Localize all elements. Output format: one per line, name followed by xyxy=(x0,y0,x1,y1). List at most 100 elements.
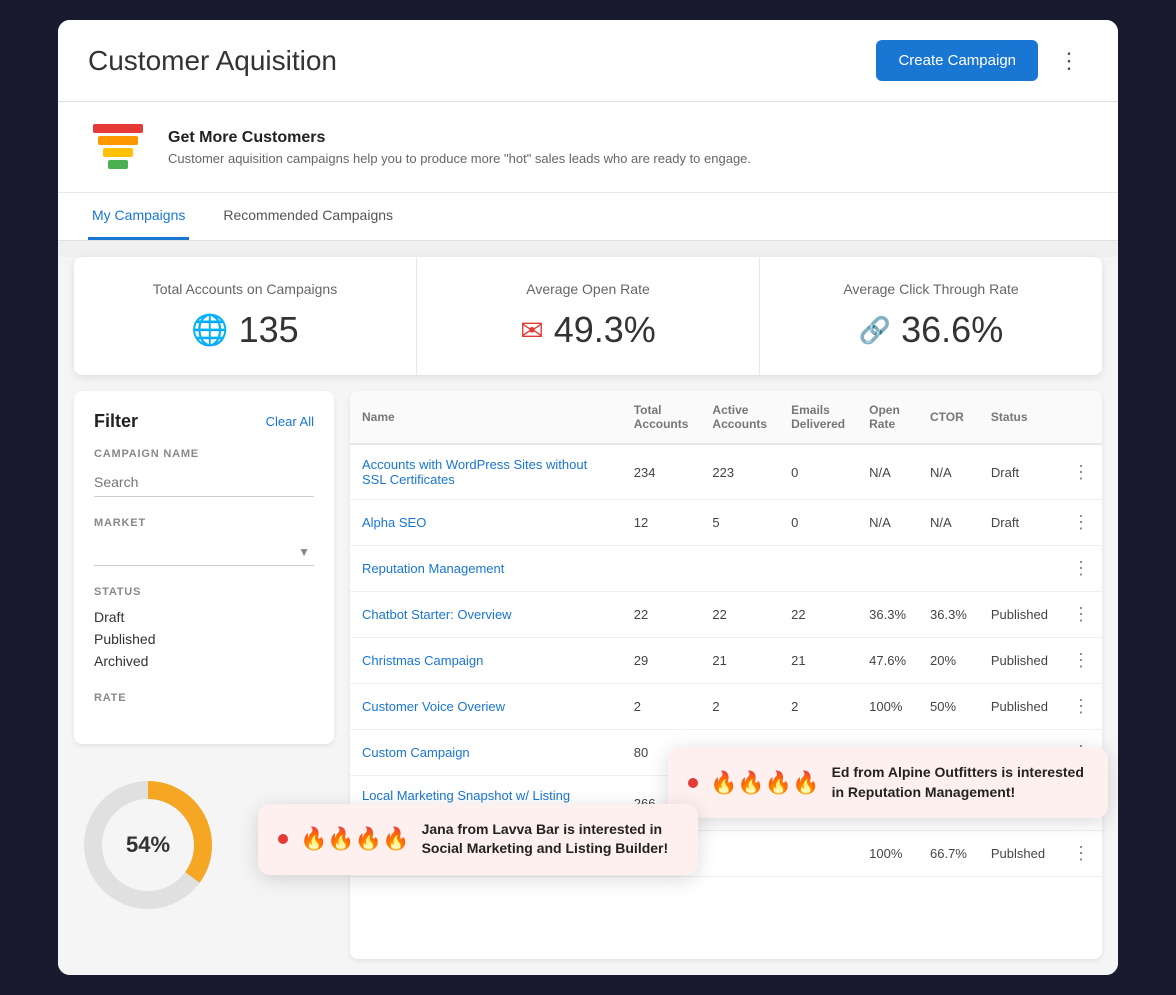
filter-status: STATUS Draft Published Archived xyxy=(94,586,314,672)
more-options-button[interactable]: ⋮ xyxy=(1050,44,1088,78)
donut-chart-container: 54% xyxy=(78,775,218,915)
create-campaign-button[interactable]: Create Campaign xyxy=(876,40,1038,81)
table-row: Customer Voice Overiew222100%50%Publishe… xyxy=(350,684,1102,730)
cell-open_rate: 100% xyxy=(857,684,918,730)
cell-status: Published xyxy=(979,592,1060,638)
market-label: MARKET xyxy=(94,517,314,529)
fire-icon-1: 🔥🔥🔥🔥 xyxy=(710,770,820,796)
stat-open-rate: Average Open Rate ✉ 49.3% xyxy=(417,257,760,375)
cell-total_accounts: 2 xyxy=(622,684,701,730)
cell-active_accounts: 21 xyxy=(700,638,779,684)
table-row: Chatbot Starter: Overview22222236.3%36.3… xyxy=(350,592,1102,638)
status-draft[interactable]: Draft xyxy=(94,606,314,628)
cell-total_accounts xyxy=(622,546,701,592)
campaign-name-link[interactable]: Chatbot Starter: Overview xyxy=(362,607,512,622)
campaign-name-link[interactable]: Accounts with WordPress Sites without SS… xyxy=(362,457,587,487)
cell-status: Draft xyxy=(979,444,1060,500)
banner-heading: Get More Customers xyxy=(168,129,751,147)
tab-recommended-campaigns[interactable]: Recommended Campaigns xyxy=(219,193,397,240)
cell-ctor: 36.3% xyxy=(918,592,979,638)
cell-emails_delivered: 21 xyxy=(779,638,857,684)
row-actions-button[interactable]: ⋮ xyxy=(1072,696,1090,716)
campaign-name-link[interactable]: Custom Campaign xyxy=(362,745,470,760)
notification-dot-1 xyxy=(688,778,698,788)
rate-label: RATE xyxy=(94,692,314,704)
cell-ctor: N/A xyxy=(918,444,979,500)
table-row: Accounts with WordPress Sites without SS… xyxy=(350,444,1102,500)
cell-total_accounts: 234 xyxy=(622,444,701,500)
row-actions-button[interactable]: ⋮ xyxy=(1072,462,1090,482)
row-actions-button[interactable]: ⋮ xyxy=(1072,650,1090,670)
banner-text: Get More Customers Customer aquisition c… xyxy=(168,129,751,166)
cell-total_accounts: 12 xyxy=(622,500,701,546)
header-actions: Create Campaign ⋮ xyxy=(876,40,1088,81)
status-label: STATUS xyxy=(94,586,314,598)
notification-text-1: Ed from Alpine Outfitters is interested … xyxy=(832,763,1088,802)
cell-ctor: 50% xyxy=(918,684,979,730)
tab-my-campaigns[interactable]: My Campaigns xyxy=(88,193,189,240)
cell-ctor xyxy=(918,546,979,592)
cell-open_rate: 100% xyxy=(857,831,918,877)
cell-ctor: N/A xyxy=(918,500,979,546)
stat-open-label: Average Open Rate xyxy=(447,281,729,297)
stats-row: Total Accounts on Campaigns 🌐 135 Averag… xyxy=(74,257,1102,375)
tabs: My Campaigns Recommended Campaigns xyxy=(58,193,1118,241)
funnel-icon xyxy=(88,122,148,172)
campaign-name-link[interactable]: Customer Voice Overiew xyxy=(362,699,505,714)
cell-open_rate: N/A xyxy=(857,500,918,546)
link-icon: 🔗 xyxy=(859,315,891,346)
banner-description: Customer aquisition campaigns help you t… xyxy=(168,151,751,166)
table-row: Christmas Campaign29212147.6%20%Publishe… xyxy=(350,638,1102,684)
col-actions xyxy=(1060,391,1102,444)
table-header-row: Name TotalAccounts ActiveAccounts Emails… xyxy=(350,391,1102,444)
search-input[interactable] xyxy=(94,468,314,497)
row-actions-button[interactable]: ⋮ xyxy=(1072,604,1090,624)
cell-active_accounts: 223 xyxy=(700,444,779,500)
cell-active_accounts xyxy=(700,546,779,592)
row-actions-button[interactable]: ⋮ xyxy=(1072,843,1090,863)
col-open-rate: OpenRate xyxy=(857,391,918,444)
stat-ctr-value: 🔗 36.6% xyxy=(790,309,1072,351)
cell-total_accounts: 22 xyxy=(622,592,701,638)
cell-active_accounts xyxy=(700,831,779,877)
col-emails-delivered: EmailsDelivered xyxy=(779,391,857,444)
cell-open_rate: 47.6% xyxy=(857,638,918,684)
market-select[interactable] xyxy=(94,537,314,566)
cell-open_rate: 36.3% xyxy=(857,592,918,638)
stat-ctr: Average Click Through Rate 🔗 36.6% xyxy=(760,257,1102,375)
cell-emails_delivered: 22 xyxy=(779,592,857,638)
table-row: Reputation Management ⋮ xyxy=(350,546,1102,592)
status-archived[interactable]: Archived xyxy=(94,650,314,672)
cell-status: Published xyxy=(979,638,1060,684)
col-status: Status xyxy=(979,391,1060,444)
info-banner: Get More Customers Customer aquisition c… xyxy=(58,102,1118,193)
col-name: Name xyxy=(350,391,622,444)
clear-all-button[interactable]: Clear All xyxy=(266,414,314,429)
notification-dot-2 xyxy=(278,834,288,844)
fire-icon-2: 🔥🔥🔥🔥 xyxy=(300,826,410,852)
cell-ctor: 20% xyxy=(918,638,979,684)
status-published[interactable]: Published xyxy=(94,628,314,650)
campaign-name-link[interactable]: Alpha SEO xyxy=(362,515,426,530)
row-actions-button[interactable]: ⋮ xyxy=(1072,558,1090,578)
cell-emails_delivered xyxy=(779,831,857,877)
stat-total-label: Total Accounts on Campaigns xyxy=(104,281,386,297)
campaign-name-link[interactable]: Reputation Management xyxy=(362,561,504,576)
filter-title: Filter xyxy=(94,411,138,432)
cell-active_accounts: 2 xyxy=(700,684,779,730)
col-active-accounts: ActiveAccounts xyxy=(700,391,779,444)
campaign-name-label: CAMPAIGN NAME xyxy=(94,448,314,460)
donut-label: 54% xyxy=(126,832,170,858)
campaign-name-link[interactable]: Christmas Campaign xyxy=(362,653,483,668)
stat-total-accounts: Total Accounts on Campaigns 🌐 135 xyxy=(74,257,417,375)
top-section: Customer Aquisition Create Campaign ⋮ Ge… xyxy=(58,20,1118,241)
table-row: Alpha SEO1250N/AN/ADraft⋮ xyxy=(350,500,1102,546)
app-container: Customer Aquisition Create Campaign ⋮ Ge… xyxy=(58,20,1118,975)
email-icon: ✉ xyxy=(520,314,543,347)
sidebar-filter: Filter Clear All CAMPAIGN NAME MARKET xyxy=(74,391,334,744)
market-select-wrapper: ▼ xyxy=(94,537,314,566)
globe-icon: 🌐 xyxy=(191,313,228,348)
header: Customer Aquisition Create Campaign ⋮ xyxy=(58,20,1118,102)
row-actions-button[interactable]: ⋮ xyxy=(1072,512,1090,532)
status-list: Draft Published Archived xyxy=(94,606,314,672)
